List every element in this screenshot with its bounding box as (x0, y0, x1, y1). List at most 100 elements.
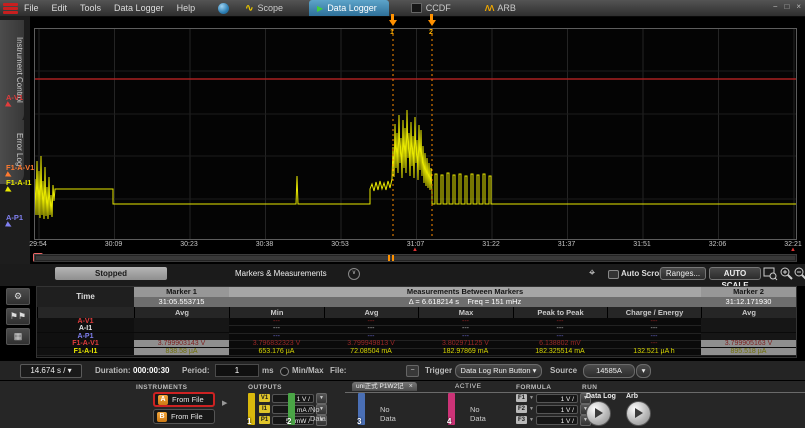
dataset-tab[interactable]: uni正式 P1W2记× (352, 382, 417, 391)
badge-i1: I1 (259, 405, 270, 413)
dropdown-arrow-icon[interactable]: ▼ (316, 393, 327, 404)
tab-data-logger[interactable]: ▶Data Logger (309, 0, 389, 16)
auto-scale-button[interactable]: AUTO SCALE (709, 267, 761, 280)
time-tick: 31:22 (482, 241, 500, 248)
trigger-select[interactable]: Data Log Run Button ▾ (455, 364, 542, 378)
table-row-f1-a-i1[interactable]: F1-A-I1838.58 µA653.176 µA72.08504 mA182… (37, 348, 796, 356)
source-dropdown-arrow-icon[interactable]: ▾ (636, 364, 651, 378)
zoom-out-icon[interactable] (793, 266, 805, 281)
run-title: RUN (582, 384, 597, 391)
channel-label-text: F1-A-V1 (6, 164, 34, 171)
marker-2-handle-icon[interactable] (427, 14, 436, 26)
auto-scroll-label: Auto Scroll (621, 269, 664, 278)
formula-select-f2[interactable]: 1 V / (536, 405, 578, 414)
tab-label: Data Logger (327, 3, 377, 13)
scrollbar-grip-icon[interactable] (392, 255, 394, 261)
cell-marker2-avg: 3.799905163 V (701, 340, 796, 347)
instrument-a-button[interactable]: AFrom File (153, 392, 215, 407)
source-select[interactable]: 14585A (583, 364, 635, 378)
formula-select-f3[interactable]: 1 V / (536, 416, 578, 425)
marker-flags-icon[interactable]: ⚑⚑ (6, 308, 30, 325)
channel-number: 4 (447, 417, 451, 426)
run-button-arb[interactable] (626, 401, 651, 426)
crosshair-icon[interactable]: ⌖ (589, 267, 595, 280)
channel-marker-arrow-icon: ▶ (5, 101, 13, 110)
collapse-panel-button[interactable]: − (406, 365, 419, 377)
col-marker2-avg[interactable]: Avg (701, 307, 796, 318)
tab-scope[interactable]: ∿Scope (237, 0, 295, 16)
row-label: F1-A-I1 (37, 348, 134, 355)
ranges-button[interactable]: Ranges... (660, 267, 706, 280)
menu-item-file[interactable]: File (24, 3, 39, 13)
cell-max: --- (418, 333, 513, 340)
col-avg[interactable]: Avg (324, 307, 418, 318)
menu-item-data-logger[interactable]: Data Logger (114, 3, 164, 13)
waveform-chart[interactable] (34, 28, 797, 240)
cell-min: --- (229, 318, 324, 325)
col-max[interactable]: Max (418, 307, 513, 318)
tools-icon[interactable]: ⚙ (6, 288, 30, 305)
marker-1-number: 1 (390, 29, 394, 36)
measurements-table: Time Marker 1 Measurements Between Marke… (36, 286, 797, 358)
active-label: ACTIVE (455, 383, 481, 390)
marker1-header[interactable]: Marker 1 (134, 287, 229, 297)
instruments-expand-icon[interactable]: ▶ (222, 399, 227, 407)
col-marker1-avg[interactable]: Avg (134, 307, 229, 318)
restore-button[interactable]: □ (784, 2, 789, 11)
badge-f1: F1 (516, 394, 527, 402)
col-peak-to-peak[interactable]: Peak to Peak (513, 307, 607, 318)
time-axis: 29:5430:0930:2330:3830:5331:0731:2231:37… (0, 241, 805, 252)
menu-item-edit[interactable]: Edit (52, 3, 68, 13)
menu-item-help[interactable]: Help (177, 3, 196, 13)
col-charge-energy[interactable]: Charge / Energy (607, 307, 701, 318)
scrollbar-track[interactable] (36, 256, 795, 260)
cell-peak-to-peak: 182.325514 mA (513, 348, 607, 355)
marker-1-handle-icon[interactable] (388, 14, 397, 26)
cell-marker1-avg (134, 318, 229, 325)
chart-scrollbar[interactable] (34, 254, 797, 262)
formula-dropdown-icon[interactable]: ▼ (529, 417, 534, 423)
zoom-in-icon[interactable] (779, 266, 794, 281)
close-button[interactable]: × (796, 2, 801, 11)
cell-peak-to-peak: --- (513, 333, 607, 340)
col-min[interactable]: Min (229, 307, 324, 318)
minmax-checkbox[interactable] (280, 367, 289, 376)
period-input[interactable]: 1 (215, 364, 259, 377)
close-tab-icon[interactable]: × (409, 383, 413, 390)
cell-avg: 3.799949813 V (324, 340, 418, 347)
cell-marker2-avg: 895.518 µA (701, 348, 796, 355)
chevron-down-icon[interactable]: ∨ (348, 268, 360, 280)
scrollbar-grip-icon[interactable] (388, 255, 390, 261)
grid-view-icon[interactable]: ▦ (6, 328, 30, 345)
marker-2-number: 2 (429, 29, 433, 36)
ccdf-icon (411, 3, 422, 13)
run-button-data-log[interactable] (586, 401, 611, 426)
auto-scroll-checkbox[interactable] (608, 270, 619, 279)
timescale-select[interactable]: 14.674 s / ▾ (20, 364, 82, 378)
home-icon[interactable] (218, 3, 229, 14)
marker2-header[interactable]: Marker 2 (701, 287, 796, 297)
formula-dropdown-icon[interactable]: ▼ (529, 395, 534, 401)
cell-marker1-avg (134, 333, 229, 340)
freq-value: Freq = 151 mHz (467, 297, 521, 306)
formula-row-f1: F1▼1 V /▼ (516, 393, 591, 403)
col-blank[interactable] (37, 307, 134, 318)
tab-arb[interactable]: ΛΛARB (477, 0, 528, 16)
channel-number: 1 (247, 417, 251, 426)
minimize-button[interactable]: − (773, 2, 778, 11)
instrument-label: From File (171, 412, 203, 421)
menu-item-tools[interactable]: Tools (80, 3, 101, 13)
outputs-title: OUTPUTS (248, 384, 282, 391)
channel-marker-arrow-icon: ▶ (5, 186, 13, 195)
file-label: File: (330, 366, 346, 375)
minmax-label: Min/Max (292, 366, 324, 375)
period-label: Period: (182, 366, 210, 375)
badge-f3: F3 (516, 416, 527, 424)
formula-select-f1[interactable]: 1 V / (536, 394, 578, 403)
stopped-button[interactable]: Stopped (55, 267, 167, 280)
instrument-b-button[interactable]: BFrom File (153, 409, 215, 424)
arb-icon: ΛΛ (485, 4, 494, 13)
formula-dropdown-icon[interactable]: ▼ (529, 406, 534, 412)
instruments-title: INSTRUMENTS (136, 384, 187, 391)
scale-to-screen-icon[interactable] (763, 266, 778, 281)
